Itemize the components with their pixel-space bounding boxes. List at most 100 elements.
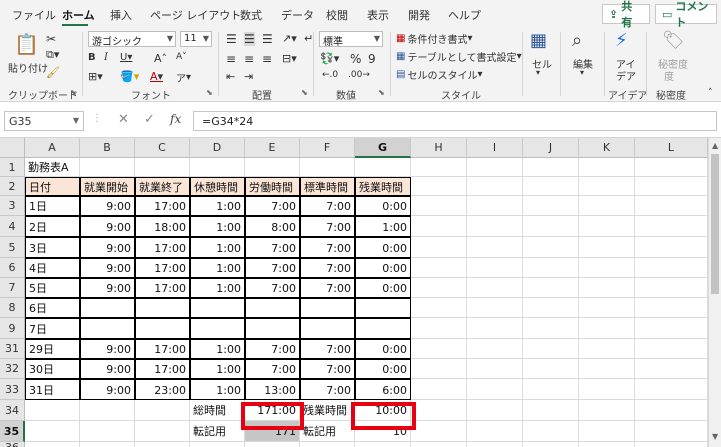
cell-a36[interactable] — [25, 442, 80, 447]
cell-b2[interactable]: 就業開始 — [80, 177, 135, 196]
cell-h36[interactable] — [411, 442, 467, 447]
cell-d34[interactable]: 総時間 — [190, 400, 245, 421]
cell-i7[interactable] — [467, 278, 523, 298]
row-header-35[interactable]: 35 — [0, 421, 25, 442]
cell-i5[interactable] — [467, 237, 523, 258]
orientation-icon[interactable]: ↗▾ — [282, 32, 297, 45]
cell-i36[interactable] — [467, 442, 523, 447]
cell-l33[interactable] — [635, 379, 708, 400]
cut-icon[interactable]: ✂ — [46, 32, 56, 46]
cell-c36[interactable] — [135, 442, 190, 447]
cell-a5[interactable]: 3日 — [25, 237, 80, 258]
cell-i3[interactable] — [467, 196, 523, 216]
cell-l32[interactable] — [635, 359, 708, 379]
cell-e8[interactable] — [245, 298, 300, 318]
copy-icon[interactable]: ⧉▾ — [46, 48, 59, 62]
cell-c9[interactable] — [135, 318, 190, 339]
number-launcher-icon[interactable]: ⬊ — [378, 88, 385, 97]
tab-view[interactable]: 表示 — [367, 7, 389, 23]
cell-e2[interactable]: 労働時間 — [245, 177, 300, 196]
row-header-36[interactable]: 36 — [0, 442, 25, 447]
cell-a32[interactable]: 30日 — [25, 359, 80, 379]
increase-indent-icon[interactable]: ⇥ — [244, 70, 253, 83]
cell-g6[interactable]: 0:00 — [355, 258, 411, 278]
vertical-scrollbar[interactable]: ▲ ▼ — [708, 138, 721, 447]
borders-icon[interactable]: ⊞▾ — [88, 70, 103, 83]
cell-j6[interactable] — [523, 258, 579, 278]
row-header-34[interactable]: 34 — [0, 400, 25, 421]
decrease-indent-icon[interactable]: ⇤ — [226, 70, 235, 83]
cell-h35[interactable] — [411, 421, 467, 442]
align-left-icon[interactable]: ≡ — [226, 52, 236, 66]
cell-c3[interactable]: 17:00 — [135, 196, 190, 216]
cell-e9[interactable] — [245, 318, 300, 339]
row-header-2[interactable]: 2 — [0, 177, 25, 196]
cell-e31[interactable]: 7:00 — [245, 339, 300, 359]
cell-f36[interactable] — [300, 442, 355, 447]
column-header-i[interactable]: I — [467, 138, 523, 158]
format-painter-icon[interactable]: 🖌 — [46, 66, 60, 79]
cell-l9[interactable] — [635, 318, 708, 339]
cell-h1[interactable] — [411, 158, 467, 177]
merge-center-icon[interactable]: ⊟▾ — [282, 52, 297, 65]
cell-i2[interactable] — [467, 177, 523, 196]
cell-f35[interactable]: 転記用 — [300, 421, 355, 442]
cell-d35[interactable]: 転記用 — [190, 421, 245, 442]
cell-j32[interactable] — [523, 359, 579, 379]
cell-c5[interactable]: 17:00 — [135, 237, 190, 258]
cell-c33[interactable]: 23:00 — [135, 379, 190, 400]
align-top-icon[interactable]: ☰ — [226, 32, 237, 46]
cell-l6[interactable] — [635, 258, 708, 278]
cell-h33[interactable] — [411, 379, 467, 400]
cell-k7[interactable] — [579, 278, 635, 298]
cell-g3[interactable]: 0:00 — [355, 196, 411, 216]
cell-c35[interactable] — [135, 421, 190, 442]
cell-j5[interactable] — [523, 237, 579, 258]
cell-l31[interactable] — [635, 339, 708, 359]
cell-j1[interactable] — [523, 158, 579, 177]
cell-d36[interactable] — [190, 442, 245, 447]
column-header-e[interactable]: E — [245, 138, 300, 158]
cell-a1[interactable]: 勤務表A — [25, 158, 80, 177]
column-header-g[interactable]: G — [355, 138, 411, 158]
cell-a2[interactable]: 日付 — [25, 177, 80, 196]
row-header-6[interactable]: 6 — [0, 258, 25, 278]
cell-b32[interactable]: 9:00 — [80, 359, 135, 379]
cell-a7[interactable]: 5日 — [25, 278, 80, 298]
font-name-select[interactable]: 游ゴシック ▼ — [88, 31, 176, 48]
cell-d32[interactable]: 1:00 — [190, 359, 245, 379]
row-header-33[interactable]: 33 — [0, 379, 25, 400]
cell-l2[interactable] — [635, 177, 708, 196]
cell-a31[interactable]: 29日 — [25, 339, 80, 359]
font-launcher-icon[interactable]: ⬊ — [206, 88, 213, 97]
cell-b31[interactable]: 9:00 — [80, 339, 135, 359]
paste-button[interactable]: 貼り付け — [8, 60, 48, 75]
cell-c8[interactable] — [135, 298, 190, 318]
format-as-table-button[interactable]: ▦ テーブルとして書式設定 ▾ — [396, 49, 522, 64]
cell-e1[interactable] — [245, 158, 300, 177]
clipboard-launcher-icon[interactable]: ⬊ — [70, 88, 77, 97]
cell-e5[interactable]: 7:00 — [245, 237, 300, 258]
cell-f32[interactable]: 7:00 — [300, 359, 355, 379]
cell-g9[interactable] — [355, 318, 411, 339]
cell-k32[interactable] — [579, 359, 635, 379]
column-header-d[interactable]: D — [190, 138, 245, 158]
cell-e6[interactable]: 7:00 — [245, 258, 300, 278]
cell-k6[interactable] — [579, 258, 635, 278]
cell-f8[interactable] — [300, 298, 355, 318]
cell-c4[interactable]: 18:00 — [135, 216, 190, 237]
name-box[interactable]: G35 ▼ — [4, 111, 84, 131]
column-header-k[interactable]: K — [579, 138, 635, 158]
tab-insert[interactable]: 挿入 — [110, 7, 132, 23]
row-header-1[interactable]: 1 — [0, 158, 25, 177]
cell-l1[interactable] — [635, 158, 708, 177]
cell-b35[interactable] — [80, 421, 135, 442]
cell-j34[interactable] — [523, 400, 579, 421]
cell-j3[interactable] — [523, 196, 579, 216]
cell-k31[interactable] — [579, 339, 635, 359]
tab-formulas[interactable]: 数式 — [240, 7, 262, 23]
column-header-a[interactable]: A — [25, 138, 80, 158]
scroll-thumb[interactable] — [711, 154, 719, 294]
cell-j8[interactable] — [523, 298, 579, 318]
tab-review[interactable]: 校閲 — [326, 7, 348, 23]
